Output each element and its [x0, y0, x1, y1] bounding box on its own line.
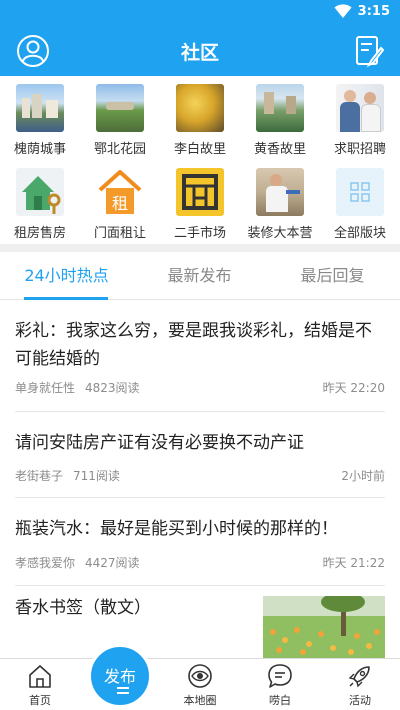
post-title: 瓶装汽水：最好是能买到小时候的那样的！	[15, 519, 338, 539]
category-label: 门面租让	[93, 226, 146, 241]
category-item-jobs[interactable]: 求职招聘	[320, 76, 400, 160]
post-author: 单身就任性	[15, 381, 76, 395]
list-item[interactable]: 瓶装汽水：最好是能买到小时候的那样的！ 孝感我爱你 4427阅读 昨天 21:22	[0, 498, 400, 586]
post-meta: 老街巷子 711阅读	[15, 467, 130, 484]
post-title: 香水书签（散文）	[15, 598, 151, 618]
category-label: 装修大本营	[247, 226, 313, 241]
post-time: 昨天 22:20	[322, 381, 385, 395]
post-thumbnail	[263, 596, 385, 658]
post-meta: 孝感我爱你 4427阅读	[15, 554, 150, 571]
category-label: 黄香故里	[253, 142, 306, 157]
nav-label: 首页	[29, 694, 51, 707]
tab-24h-hot[interactable]: 24小时热点	[0, 252, 133, 300]
eye-circle-icon	[188, 664, 212, 688]
office-photo-icon	[336, 84, 384, 132]
category-label: 租房售房	[13, 226, 66, 241]
post-reads: 711阅读	[73, 469, 120, 483]
publish-line-icon	[117, 687, 129, 689]
post-time: 昨天 21:22	[322, 556, 385, 570]
renovation-photo-icon	[256, 168, 304, 216]
list-item[interactable]: 彩礼：我家这么穷，要是跟我谈彩礼，结婚是不可能结婚的 单身就任性 4823阅读 昨…	[0, 300, 400, 412]
category-item-huangxiang-hometown[interactable]: 黄香故里	[240, 76, 320, 160]
nav-local-circle[interactable]: 本地圈	[160, 659, 240, 710]
post-reads: 4823阅读	[85, 381, 140, 395]
chat-bubble-icon	[268, 664, 292, 688]
nav-label: 本地圈	[183, 694, 217, 707]
publish-button[interactable]: 发布	[88, 644, 152, 708]
category-label: 鄂北花园	[93, 142, 146, 157]
ginkgo-photo-icon	[176, 84, 224, 132]
bottom-nav: 首页 本地圈 唠白 活动	[0, 658, 400, 710]
category-label: 求职招聘	[333, 142, 386, 157]
all-sections-icon	[336, 168, 384, 216]
nav-label: 活动	[349, 694, 371, 707]
shop-rent-icon: 租	[96, 168, 144, 216]
nav-chat[interactable]: 唠白	[240, 659, 320, 710]
post-reads: 4427阅读	[85, 556, 140, 570]
post-title: 彩礼：我家这么穷，要是跟我谈彩礼，结婚是不可能结婚的	[15, 321, 372, 369]
svg-text:租: 租	[112, 194, 128, 213]
status-bar: 3:15	[0, 0, 400, 24]
category-item-secondhand-market[interactable]: 二手市场	[160, 160, 240, 244]
tab-latest[interactable]: 最新发布	[133, 252, 266, 300]
category-item-ebei-garden[interactable]: 鄂北花园	[80, 76, 160, 160]
category-label: 槐荫城事	[13, 142, 66, 157]
app-screen: 3:15 社区 槐荫城事 鄂北花园 李白故里 黄香故里 求职招聘 租房售房 租 …	[0, 0, 400, 710]
home-icon	[29, 665, 51, 688]
app-header: 社区	[0, 24, 400, 76]
post-author: 老街巷子	[15, 469, 64, 483]
publish-label: 发布	[103, 667, 136, 686]
nav-label: 唠白	[269, 694, 291, 707]
post-title: 请问安陆房产证有没有必要换不动产证	[15, 433, 304, 453]
city-photo-icon	[16, 84, 64, 132]
page-title: 社区	[180, 42, 219, 64]
post-time: 2小时前	[341, 469, 385, 483]
status-time: 3:15	[357, 4, 390, 19]
list-item[interactable]: 请问安陆房产证有没有必要换不动产证 老街巷子 711阅读 2小时前	[0, 412, 400, 498]
tab-last-reply[interactable]: 最后回复	[266, 252, 399, 300]
wifi-icon	[334, 4, 352, 18]
category-item-shop-rent[interactable]: 租 门面租让	[80, 160, 160, 244]
house-key-icon	[16, 168, 64, 216]
list-item[interactable]: 香水书签（散文）	[0, 586, 400, 658]
rocket-icon	[348, 666, 370, 688]
category-grid: 槐荫城事 鄂北花园 李白故里 黄香故里 求职招聘 租房售房 租 门面租让 二手市…	[0, 76, 400, 244]
nav-home[interactable]: 首页	[0, 659, 80, 710]
compose-icon[interactable]	[352, 34, 386, 68]
secondhand-icon	[176, 168, 224, 216]
category-item-all-sections[interactable]: 全部版块	[320, 160, 400, 244]
category-label: 二手市场	[173, 226, 226, 241]
nav-activity[interactable]: 活动	[320, 659, 400, 710]
publish-line-icon	[117, 692, 129, 694]
post-meta: 单身就任性 4823阅读	[15, 379, 150, 396]
category-item-house-rent-sale[interactable]: 租房售房	[0, 160, 80, 244]
category-label: 李白故里	[173, 142, 226, 157]
park-photo-icon	[256, 84, 304, 132]
post-author: 孝感我爱你	[15, 556, 76, 570]
category-item-renovation[interactable]: 装修大本营	[240, 160, 320, 244]
section-divider	[0, 244, 400, 252]
category-item-libai-hometown[interactable]: 李白故里	[160, 76, 240, 160]
category-label: 全部版块	[333, 226, 386, 241]
garden-photo-icon	[96, 84, 144, 132]
category-item-huaiyin-city[interactable]: 槐荫城事	[0, 76, 80, 160]
feed-tabs: 24小时热点 最新发布 最后回复	[0, 252, 400, 300]
